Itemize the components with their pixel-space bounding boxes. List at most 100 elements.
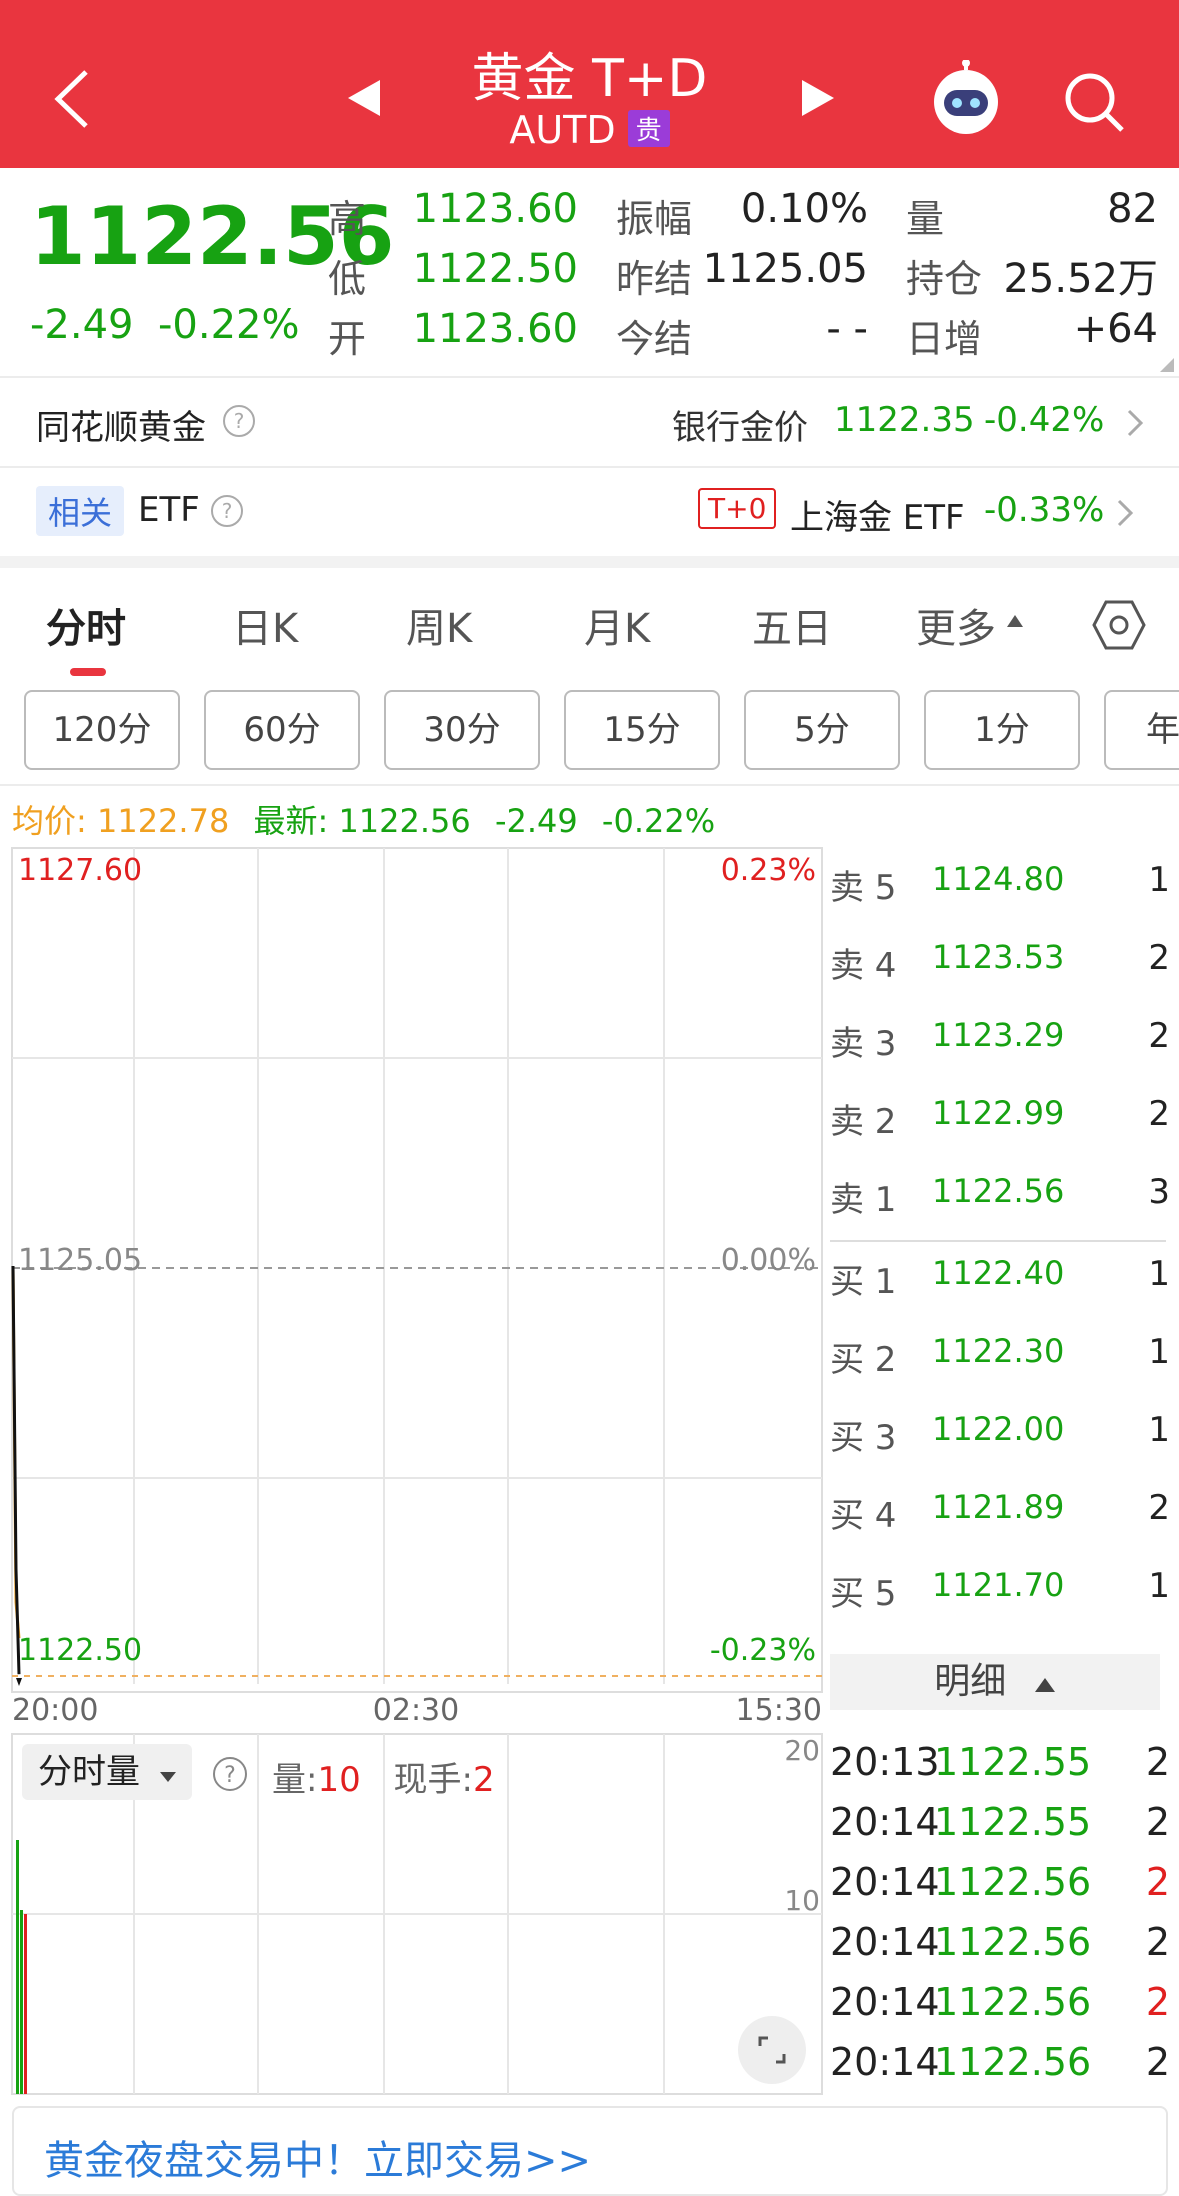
- position-label: 持仓: [906, 257, 983, 301]
- buy-level-row[interactable]: 买 5 1121.70 1: [830, 1566, 1170, 1644]
- tick-time: 20:13: [830, 1740, 940, 1784]
- tab-five-day[interactable]: 五日: [752, 596, 832, 654]
- sell-level-row[interactable]: 卖 2 1122.99 2: [830, 1094, 1170, 1172]
- daily-increase-label: 日增: [906, 317, 983, 361]
- tick-time: 20:14: [830, 1980, 940, 2024]
- x-label-end: 15:30: [736, 1693, 822, 1728]
- search-icon[interactable]: [1062, 70, 1126, 134]
- tick-qty: 2: [1145, 1920, 1170, 1964]
- buy-level-price: 1122.00: [932, 1410, 1065, 1448]
- price-line: [11, 1265, 21, 1675]
- sell-level-qty: 2: [1148, 1094, 1170, 1134]
- bank-gold-row[interactable]: 同花顺黄金 ? 银行金价 1122.35 -0.42%: [0, 378, 1179, 466]
- open-label: 开: [328, 317, 367, 361]
- tab-weekly-k[interactable]: 周K: [406, 596, 472, 654]
- period-chip-1[interactable]: 1分: [924, 690, 1080, 770]
- etf-row[interactable]: 相关 ETF ? T+0 上海金 ETF -0.33%: [0, 468, 1179, 556]
- triangle-up-icon: [1034, 1678, 1055, 1692]
- tick-price: 1122.56: [934, 1920, 1092, 1964]
- expand-button[interactable]: [738, 2016, 806, 2084]
- vol-y-top: 20: [784, 1734, 820, 1767]
- buy-level-row[interactable]: 买 2 1122.30 1: [830, 1332, 1170, 1410]
- chart-info-line: 均价: 1122.78 最新: 1122.56 -2.49 -0.22%: [12, 796, 715, 842]
- buy-level-price: 1122.30: [932, 1332, 1065, 1370]
- tick-qty: 2: [1145, 1800, 1170, 1844]
- hand-label: 现手:: [393, 1760, 474, 1800]
- volume-bar: [20, 1910, 23, 2094]
- tick-price: 1122.55: [934, 1800, 1092, 1844]
- buy-level-price: 1121.89: [932, 1488, 1065, 1526]
- tab-intraday[interactable]: 分时: [46, 596, 126, 654]
- sell-level-label: 卖 1: [830, 1180, 897, 1220]
- period-chip-120[interactable]: 120分: [24, 690, 180, 770]
- volume-bar: [16, 1840, 19, 2094]
- hand-value: 2: [473, 1760, 495, 1800]
- pct-top-label: 0.23%: [721, 853, 816, 888]
- corner-triangle-icon: [1160, 358, 1174, 372]
- period-chip-30[interactable]: 30分: [384, 690, 540, 770]
- sell-level-price: 1123.53: [932, 938, 1065, 976]
- low-label: 低: [328, 257, 367, 301]
- settings-hexagon-icon[interactable]: [1092, 598, 1146, 652]
- section-gap: [0, 556, 1179, 568]
- high-value: 1123.60: [412, 186, 578, 232]
- robot-avatar-icon[interactable]: [928, 60, 1004, 136]
- volume-type-label: 分时量: [38, 1752, 140, 1792]
- tab-monthly-k[interactable]: 月K: [584, 596, 650, 654]
- detail-label: 明细: [934, 1661, 1007, 1702]
- sell-level-row[interactable]: 卖 1 1122.56 3: [830, 1172, 1170, 1250]
- period-chip-15[interactable]: 15分: [564, 690, 720, 770]
- buy-level-label: 买 3: [830, 1418, 897, 1458]
- period-chip-60[interactable]: 60分: [204, 690, 360, 770]
- triangle-up-icon: [1007, 615, 1023, 627]
- period-chip-5[interactable]: 5分: [744, 690, 900, 770]
- buy-level-price: 1122.40: [932, 1254, 1065, 1292]
- tick-time: 20:14: [830, 1800, 940, 1844]
- sell-level-row[interactable]: 卖 4 1123.53 2: [830, 938, 1170, 1016]
- tick-qty: 2: [1145, 1860, 1170, 1904]
- tick-qty: 2: [1145, 2040, 1170, 2084]
- tab-daily-k[interactable]: 日K: [232, 596, 298, 654]
- sell-level-qty: 3: [1148, 1172, 1170, 1212]
- help-icon[interactable]: ?: [210, 494, 244, 528]
- change-percent: -0.22%: [158, 302, 300, 348]
- trade-banner-text: 黄金夜盘交易中！立即交易>>: [44, 2138, 592, 2184]
- detail-toggle-button[interactable]: 明细: [830, 1654, 1160, 1710]
- volume-type-selector[interactable]: 分时量: [22, 1744, 192, 1800]
- pct-bottom-label: -0.23%: [710, 1633, 816, 1668]
- trade-banner[interactable]: 黄金夜盘交易中！立即交易>>: [12, 2106, 1168, 2196]
- open-value: 1123.60: [412, 306, 578, 352]
- daily-increase-value: +64: [1073, 306, 1158, 352]
- help-icon[interactable]: ?: [212, 1756, 248, 1792]
- etf-pct: -0.33%: [984, 490, 1105, 530]
- bank-price-value: 1122.35: [834, 400, 975, 440]
- latest-pct: -0.22%: [601, 802, 716, 840]
- buy-level-row[interactable]: 买 3 1122.00 1: [830, 1410, 1170, 1488]
- volume-label: 量: [906, 197, 945, 241]
- quote-panel: 1122.56 -2.49 -0.22% 高 低 开 1123.60 1122.…: [0, 168, 1179, 376]
- sell-level-row[interactable]: 卖 5 1124.80 1: [830, 860, 1170, 938]
- buy-level-row[interactable]: 买 4 1121.89 2: [830, 1488, 1170, 1566]
- latest-value: 1122.56: [338, 802, 471, 840]
- tick-price: 1122.56: [934, 1980, 1092, 2024]
- buy-level-qty: 1: [1148, 1566, 1170, 1606]
- bank-price-pct: -0.42%: [984, 400, 1105, 440]
- buy-level-qty: 2: [1148, 1488, 1170, 1528]
- divider: [0, 784, 1179, 786]
- top-bar: 黄金 T+D AUTD 贵: [0, 0, 1179, 168]
- help-icon[interactable]: ?: [222, 404, 256, 438]
- y-top-label: 1127.60: [18, 853, 142, 888]
- next-triangle-icon[interactable]: [800, 78, 836, 118]
- sell-level-row[interactable]: 卖 3 1123.29 2: [830, 1016, 1170, 1094]
- x-label-mid: 02:30: [373, 1693, 459, 1728]
- buy-level-row[interactable]: 买 1 1122.40 1: [830, 1254, 1170, 1332]
- sell-level-qty: 2: [1148, 938, 1170, 978]
- high-label: 高: [328, 197, 367, 241]
- period-chip-year[interactable]: 年: [1104, 690, 1179, 770]
- chevron-right-icon: [1127, 409, 1144, 437]
- tab-more[interactable]: 更多: [916, 596, 996, 654]
- sell-level-label: 卖 5: [830, 868, 897, 908]
- x-label-start: 20:00: [12, 1693, 98, 1728]
- active-tab-indicator: [70, 668, 106, 676]
- intraday-price-chart[interactable]: 1127.60 1125.05 1122.50 0.23% 0.00% -0.2…: [0, 840, 830, 1740]
